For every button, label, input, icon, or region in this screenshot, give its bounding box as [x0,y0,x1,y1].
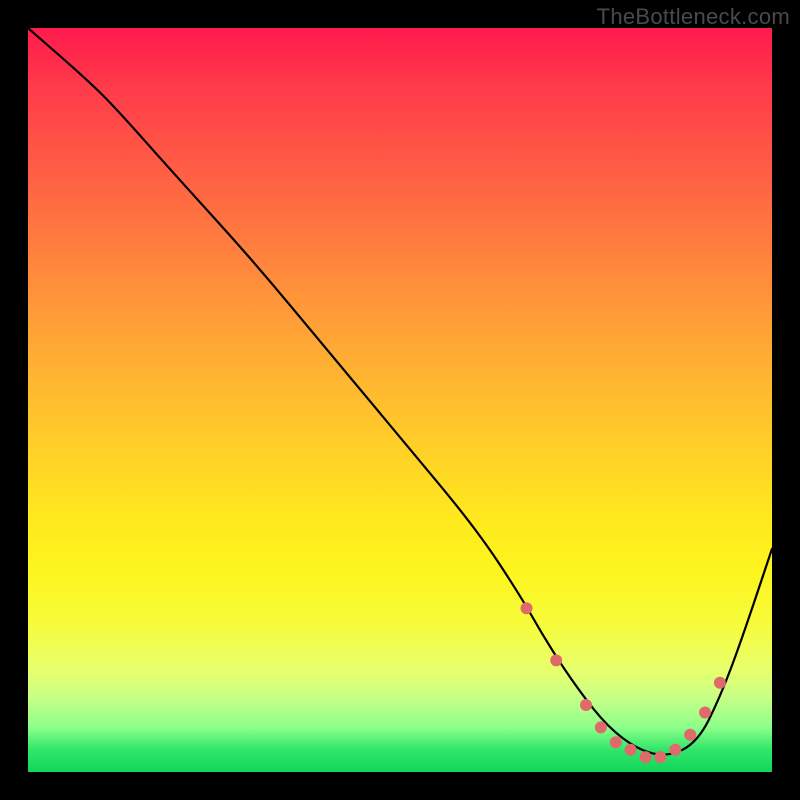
plot-area [28,28,772,772]
marker-dot [669,744,681,756]
marker-dot [521,602,533,614]
marker-dot [625,744,637,756]
marker-dot [699,707,711,719]
marker-dot [640,751,652,763]
watermark-text: TheBottleneck.com [597,4,790,30]
chart-frame: TheBottleneck.com [0,0,800,800]
marker-dot [654,751,666,763]
marker-dot [580,699,592,711]
marker-dot [684,729,696,741]
chart-svg [28,28,772,772]
bottleneck-curve [28,28,772,755]
marker-dot [610,736,622,748]
marker-dot [714,677,726,689]
marker-dot [550,654,562,666]
marker-dot [595,721,607,733]
